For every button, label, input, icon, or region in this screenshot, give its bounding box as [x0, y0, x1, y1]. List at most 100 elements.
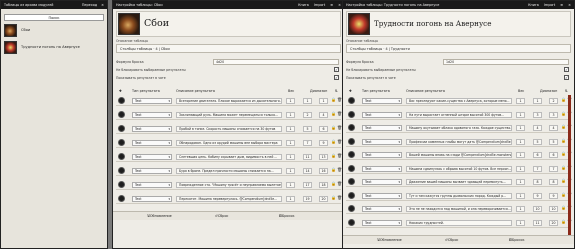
- table-title[interactable]: Трудности погонь на Авернусе: [374, 19, 491, 28]
- range-low-input[interactable]: 3: [533, 111, 542, 118]
- range-low-input[interactable]: 11: [533, 219, 542, 226]
- navigate-button[interactable]: Переход: [82, 3, 97, 7]
- roll-button[interactable]: ⚅ Бросок: [279, 212, 295, 221]
- result-type-select[interactable]: Text: [132, 112, 172, 118]
- weight-input[interactable]: 1: [286, 112, 295, 118]
- result-image-icon[interactable]: [348, 137, 355, 145]
- result-image-icon[interactable]: [118, 139, 125, 146]
- menu-icon[interactable]: ≡: [330, 3, 333, 7]
- result-type-select[interactable]: Text: [132, 126, 172, 132]
- lock-icon[interactable]: 🔒: [561, 192, 566, 197]
- range-high-input[interactable]: 6: [549, 152, 558, 158]
- lock-icon[interactable]: 🔒: [561, 97, 566, 102]
- list-item[interactable]: Сбои: [3, 23, 105, 39]
- result-description-input[interactable]: Пробой в топке. Скорость машины снижаетс…: [176, 126, 282, 132]
- result-description-input[interactable]: Это не не находится над машиной, и она п…: [406, 206, 512, 212]
- formula-input[interactable]: 4d20: [213, 59, 339, 65]
- range-high-input[interactable]: 20: [319, 196, 328, 202]
- result-description-input[interactable]: Буря в броне. Предел прочности машины сн…: [176, 168, 282, 174]
- book-button[interactable]: Книга: [528, 3, 539, 7]
- result-image-icon[interactable]: [348, 124, 355, 131]
- range-high-input[interactable]: 20: [549, 219, 558, 226]
- result-type-select[interactable]: Text: [362, 152, 402, 158]
- lock-icon[interactable]: 🔒: [561, 138, 566, 143]
- weight-input[interactable]: 1: [516, 138, 525, 145]
- range-low-input[interactable]: 5: [533, 138, 542, 145]
- weight-input[interactable]: 1: [286, 98, 295, 104]
- result-type-select[interactable]: Text: [362, 165, 402, 172]
- result-image-icon[interactable]: [348, 218, 355, 226]
- formula-input[interactable]: 1d20: [443, 59, 569, 65]
- lock-icon[interactable]: 🔒: [331, 153, 336, 158]
- weight-input[interactable]: 1: [516, 192, 525, 199]
- lock-icon[interactable]: 🔒: [561, 151, 566, 156]
- result-type-select[interactable]: Text: [362, 98, 402, 104]
- result-type-select[interactable]: Text: [362, 179, 402, 185]
- result-description-input[interactable]: Машина сдвинулась с обрыва высотой 10 фу…: [406, 165, 512, 172]
- lock-icon[interactable]: 🔒: [331, 181, 336, 186]
- table-title[interactable]: Сбои: [144, 18, 169, 29]
- import-button[interactable]: Import: [544, 3, 555, 7]
- result-image-icon[interactable]: [118, 153, 125, 160]
- result-description-input[interactable]: Движение вашей машины вызвает здающей пе…: [406, 179, 512, 185]
- result-type-select[interactable]: Text: [132, 154, 172, 160]
- weight-input[interactable]: 1: [516, 179, 525, 185]
- reset-button[interactable]: ↺ Сброс: [445, 236, 458, 245]
- weight-input[interactable]: 1: [516, 98, 525, 104]
- lock-icon[interactable]: 🔒: [561, 178, 566, 183]
- lock-icon[interactable]: 🔒: [331, 195, 336, 200]
- result-description-input[interactable]: Профессии каменных глыбы могут дать @Com…: [406, 138, 512, 145]
- result-image-icon[interactable]: [348, 205, 355, 212]
- range-high-input[interactable]: 7: [549, 165, 558, 172]
- weight-input[interactable]: 1: [516, 152, 525, 158]
- result-image-icon[interactable]: [118, 181, 125, 188]
- result-image-icon[interactable]: [118, 195, 125, 202]
- lock-icon[interactable]: 🔒: [561, 205, 566, 210]
- weight-input[interactable]: 1: [286, 168, 295, 174]
- table-image[interactable]: [118, 13, 140, 35]
- table-image[interactable]: [348, 13, 370, 35]
- option-checkbox[interactable]: ✓: [564, 67, 569, 72]
- result-type-select[interactable]: Text: [362, 111, 402, 118]
- search-input[interactable]: Поиск: [4, 14, 104, 21]
- lock-icon[interactable]: 🔒: [331, 97, 336, 102]
- result-description-input[interactable]: Заклинающий руль. Машина может перемещат…: [176, 112, 282, 118]
- result-description-input[interactable]: Перекатит. Машина перевернулась. @Compen…: [176, 196, 282, 202]
- range-low-input[interactable]: 6: [533, 152, 542, 158]
- result-type-select[interactable]: Text: [132, 140, 172, 146]
- result-type-select[interactable]: Text: [362, 219, 402, 226]
- result-description-input[interactable]: На пути вырастает огненный шторм высотой…: [406, 111, 512, 118]
- weight-input[interactable]: 1: [286, 196, 295, 202]
- range-low-input[interactable]: 19: [303, 196, 312, 202]
- range-high-input[interactable]: 9: [319, 140, 328, 146]
- result-type-select[interactable]: Text: [362, 192, 402, 199]
- lock-icon[interactable]: 🔒: [561, 124, 566, 129]
- range-low-input[interactable]: 1: [533, 98, 542, 104]
- menu-icon[interactable]: ≡: [560, 3, 563, 7]
- reset-button[interactable]: ↺ Сброс: [215, 212, 228, 221]
- result-description-input[interactable]: Обнародован. Одно из орудий машины вне в…: [176, 140, 282, 146]
- result-type-select[interactable]: Text: [362, 138, 402, 145]
- option-checkbox[interactable]: ✓: [334, 75, 339, 80]
- description-field[interactable]: Столбцы таблицы · 4 | Сбои: [116, 44, 341, 53]
- book-button[interactable]: Книга: [298, 3, 309, 7]
- lock-icon[interactable]: 🔒: [331, 125, 336, 130]
- result-image-icon[interactable]: [118, 125, 125, 132]
- range-low-input[interactable]: 10: [533, 206, 542, 212]
- range-low-input[interactable]: 8: [533, 179, 542, 185]
- add-row-icon[interactable]: ✚: [119, 87, 122, 95]
- result-image-icon[interactable]: [348, 178, 355, 185]
- weight-input[interactable]: 1: [516, 111, 525, 118]
- lock-icon[interactable]: 🔒: [331, 111, 336, 116]
- update-button[interactable]: 🖫 Обновление: [377, 236, 402, 245]
- range-low-input[interactable]: 9: [533, 192, 542, 199]
- result-image-icon[interactable]: [348, 97, 355, 104]
- import-button[interactable]: Import: [314, 3, 325, 7]
- normalize-icon[interactable]: ⇅: [565, 87, 568, 95]
- range-high-input[interactable]: 6: [319, 126, 328, 132]
- range-high-input[interactable]: 3: [549, 111, 558, 118]
- weight-input[interactable]: 1: [516, 125, 525, 131]
- range-high-input[interactable]: 9: [549, 192, 558, 199]
- result-type-select[interactable]: Text: [132, 182, 172, 188]
- result-type-select[interactable]: Text: [132, 196, 172, 202]
